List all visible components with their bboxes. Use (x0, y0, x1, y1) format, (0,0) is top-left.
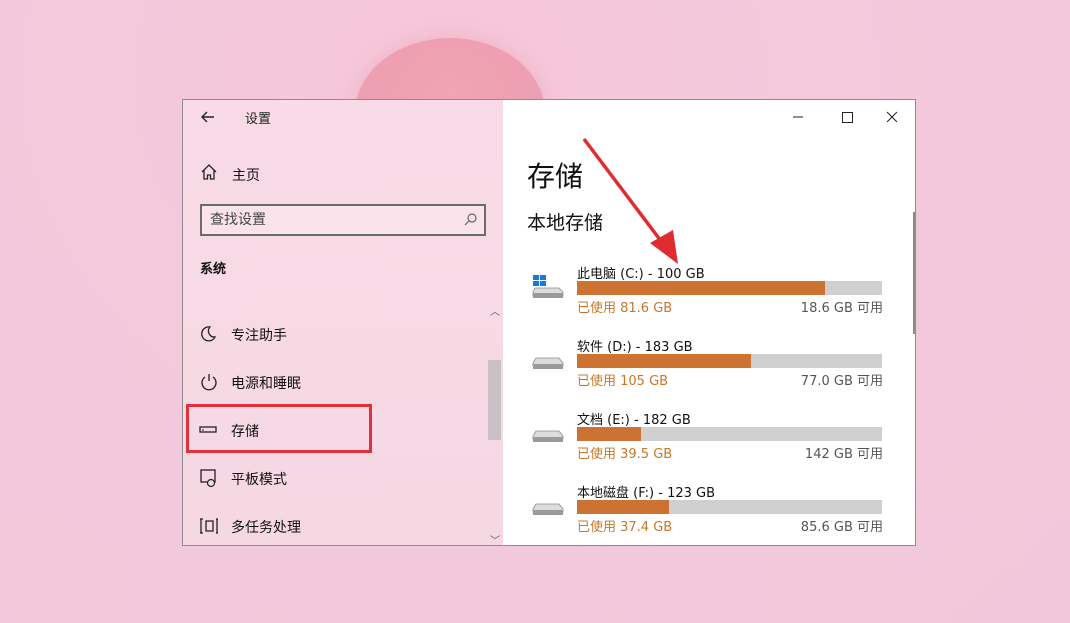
usage-bar (577, 500, 882, 514)
drive-c[interactable]: 此电脑 (C:) - 100 GB 已使用 81.6 GB 18.6 GB 可用 (529, 263, 889, 329)
minimize-button[interactable] (783, 106, 813, 128)
usage-bar-fill (577, 427, 642, 441)
home-nav-item[interactable]: 主页 (183, 158, 503, 188)
tablet-icon (200, 469, 216, 488)
usage-bar (577, 427, 882, 441)
search-icon[interactable] (462, 212, 478, 228)
free-space: 142 GB 可用 (804, 447, 883, 462)
section-label: 系统 (200, 262, 227, 277)
usage-bar-fill (577, 281, 826, 295)
usage-bar (577, 354, 882, 368)
drive-name: 文档 (E:) - 182 GB (577, 413, 691, 428)
power-icon (201, 374, 217, 391)
close-icon (886, 111, 898, 123)
back-button[interactable] (197, 106, 219, 128)
sidebar-item-label: 平板模式 (231, 472, 287, 488)
usage-bar-fill (577, 354, 751, 368)
used-space: 已使用 39.5 GB (577, 447, 673, 462)
sidebar-scroll-up[interactable]: ︿ (490, 303, 500, 318)
drive-icon (532, 357, 564, 369)
sidebar-item-label: 电源和睡眠 (231, 376, 301, 392)
used-space: 已使用 37.4 GB (577, 520, 673, 535)
sidebar: 设置 主页 系统 ︿ ﹀ 专注助手 电源和睡眠 存储 平板模式 (183, 100, 503, 545)
drive-d[interactable]: 软件 (D:) - 183 GB 已使用 105 GB 77.0 GB 可用 (529, 336, 889, 402)
drive-f[interactable]: 本地磁盘 (F:) - 123 GB 已使用 37.4 GB 85.6 GB 可… (529, 482, 889, 545)
search-input[interactable] (210, 211, 450, 229)
usage-bar (577, 281, 882, 295)
content-scrollbar[interactable] (913, 212, 915, 334)
storage-highlight-box (186, 404, 372, 453)
main-content: 存储 本地存储 此电脑 (C:) - 100 GB 已使用 81.6 GB 18… (503, 100, 915, 545)
drive-icon (532, 503, 564, 515)
maximize-button[interactable] (832, 106, 862, 128)
sidebar-item-tablet-mode[interactable]: 平板模式 (183, 458, 483, 498)
drive-e[interactable]: 文档 (E:) - 182 GB 已使用 39.5 GB 142 GB 可用 (529, 409, 889, 475)
used-space: 已使用 81.6 GB (577, 301, 673, 316)
annotation-arrow (582, 137, 678, 264)
multitask-icon (200, 518, 218, 534)
sidebar-scroll-down[interactable]: ﹀ (490, 532, 500, 545)
free-space: 85.6 GB 可用 (800, 520, 883, 535)
moon-icon (201, 326, 217, 342)
home-icon (201, 164, 217, 180)
maximize-icon (842, 112, 853, 123)
settings-window: 设置 主页 系统 ︿ ﹀ 专注助手 电源和睡眠 存储 平板模式 (182, 99, 916, 546)
sidebar-item-power-sleep[interactable]: 电源和睡眠 (183, 362, 483, 402)
sidebar-scroll-thumb[interactable] (488, 360, 501, 440)
usage-bar-fill (577, 500, 669, 514)
minimize-icon (793, 116, 803, 118)
home-label: 主页 (232, 168, 260, 184)
window-title: 设置 (245, 112, 272, 127)
drive-name: 软件 (D:) - 183 GB (577, 340, 693, 355)
back-arrow-icon (201, 111, 214, 123)
drive-name: 本地磁盘 (F:) - 123 GB (577, 486, 716, 501)
sidebar-item-multitasking[interactable]: 多任务处理 (183, 506, 483, 545)
used-space: 已使用 105 GB (577, 374, 669, 389)
free-space: 77.0 GB 可用 (800, 374, 883, 389)
close-button[interactable] (877, 106, 907, 128)
free-space: 18.6 GB 可用 (800, 301, 883, 316)
page-title: 存储 (527, 160, 584, 193)
sidebar-item-label: 专注助手 (231, 328, 287, 344)
search-box[interactable] (200, 204, 486, 236)
sidebar-item-label: 多任务处理 (231, 520, 301, 536)
sidebar-item-focus-assist[interactable]: 专注助手 (183, 314, 483, 354)
windows-drive-icon (532, 275, 564, 298)
drive-icon (532, 430, 564, 442)
